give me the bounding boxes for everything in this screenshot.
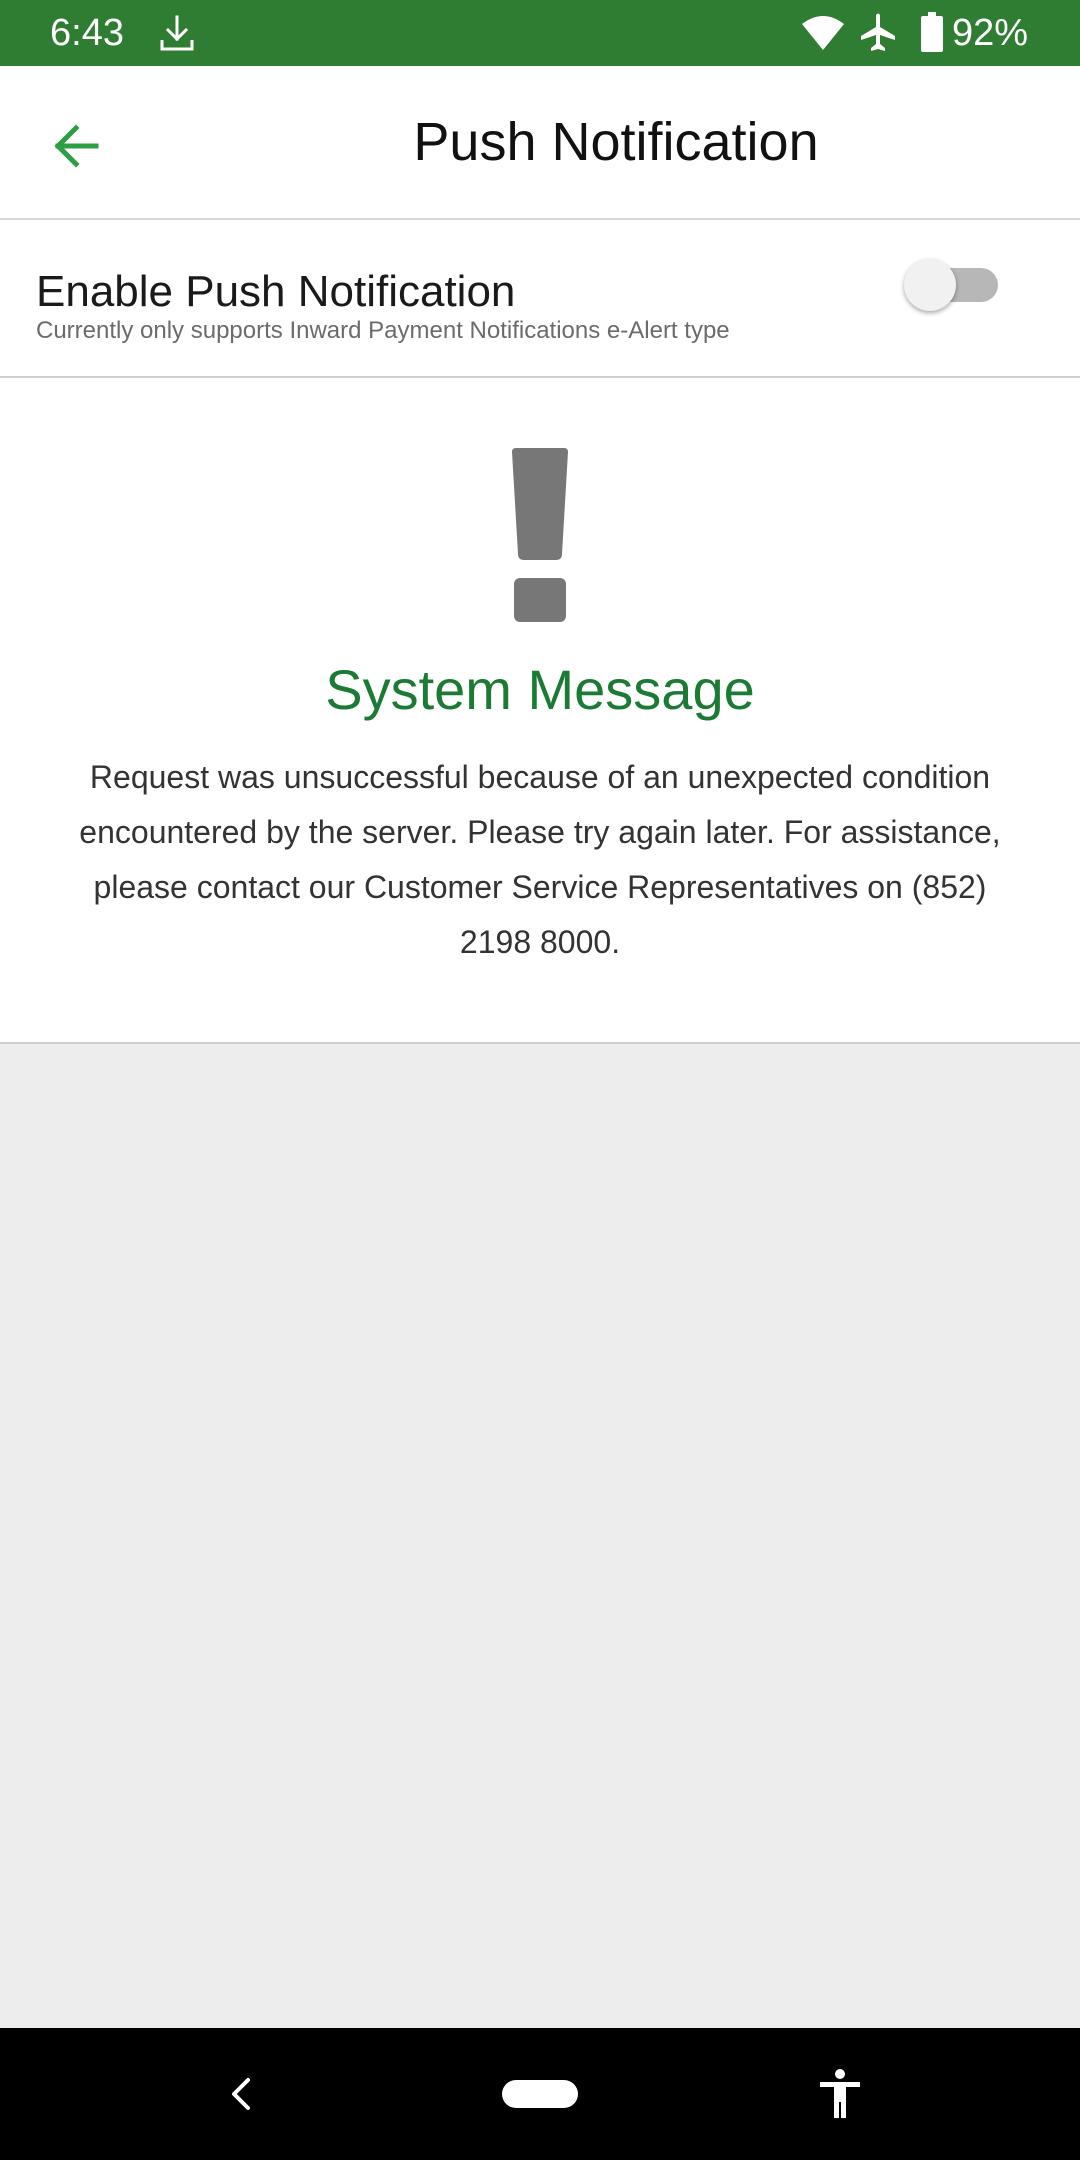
page-title-container: Push Notification: [0, 66, 1080, 218]
system-navigation-bar: [0, 2028, 1080, 2160]
app-bar: Push Notification: [0, 66, 1080, 220]
toggle-thumb: [904, 259, 956, 311]
status-bar: 6:43 92%: [0, 0, 1080, 66]
enable-push-description: Currently only supports Inward Payment N…: [36, 317, 730, 344]
enable-push-setting-row: Enable Push Notification Currently only …: [0, 220, 1080, 378]
page-title: Push Notification: [413, 112, 819, 172]
exclamation-icon: [512, 448, 568, 622]
status-time: 6:43: [50, 12, 124, 54]
screen: 6:43 92% Push Notification Enable Push N…: [0, 0, 1080, 2160]
nav-back-icon[interactable]: [222, 2072, 258, 2116]
download-icon: [160, 15, 194, 51]
battery-icon: [921, 12, 943, 52]
enable-push-toggle[interactable]: [904, 256, 1004, 316]
wifi-icon: [802, 16, 844, 50]
enable-push-label: Enable Push Notification: [36, 267, 516, 316]
airplane-mode-icon: [861, 13, 895, 51]
battery-percentage: 92%: [952, 12, 1029, 54]
system-message-title: System Message: [325, 658, 755, 721]
system-message-card: System Message Request was unsuccessful …: [0, 378, 1080, 1044]
nav-home-pill[interactable]: [502, 2080, 578, 2108]
accessibility-icon[interactable]: [816, 2068, 864, 2120]
empty-content-area: [0, 1044, 1080, 2028]
system-message-body: Request was unsuccessful because of an u…: [79, 759, 1001, 960]
